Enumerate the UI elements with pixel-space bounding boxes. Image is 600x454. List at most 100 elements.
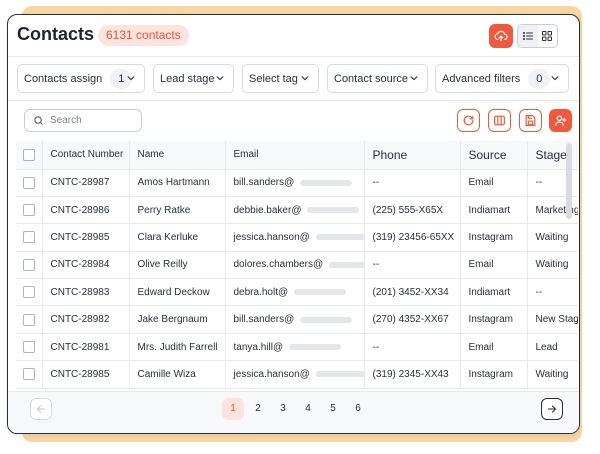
table-row[interactable]: CNTC-28984 Olive Reilly dolores.chambers@ -… <box>16 251 578 280</box>
columns-button[interactable] <box>488 109 511 132</box>
stage-cell: Waiting <box>527 360 578 389</box>
chevron-down-icon <box>301 76 309 81</box>
columns-icon <box>494 115 505 126</box>
email-redaction-bar <box>289 343 342 350</box>
page-number-button[interactable]: 5 <box>322 398 344 420</box>
save-button[interactable] <box>519 109 542 132</box>
source-cell: Instagram <box>460 360 528 389</box>
email-text: bill.sanders@ <box>233 314 295 326</box>
email-cell: tanya.hill@ <box>225 333 365 362</box>
source-cell: Indiamart <box>460 278 528 307</box>
email-cell: dolores.chambers@ <box>225 251 365 280</box>
email-cell: debbie.baker@ <box>225 196 365 225</box>
contact-number-cell: CNTC-28987 <box>42 169 130 197</box>
source-cell: Instagram <box>460 223 528 252</box>
source-cell: Indiamart <box>460 196 528 225</box>
select-all-checkbox[interactable] <box>22 148 35 161</box>
email-cell: bill.sanders@ <box>225 169 365 197</box>
table-row[interactable]: CNTC-28981 Mrs. Judith Farrell tanya.hill@… <box>16 333 578 362</box>
add-contact-button[interactable] <box>549 109 572 132</box>
email-text: jessica.hanson@ <box>233 231 310 243</box>
email-redaction-bar <box>315 371 363 378</box>
row-select-cell <box>16 360 43 389</box>
previous-page-button[interactable] <box>30 398 52 420</box>
page-number-button[interactable]: 1 <box>222 398 244 420</box>
list-icon <box>522 31 533 41</box>
row-checkbox[interactable] <box>22 204 35 217</box>
chevron-down-icon <box>410 76 418 81</box>
email-text: bill.sanders@ <box>233 177 295 189</box>
contact-number-cell: CNTC-28982 <box>42 305 130 334</box>
row-select-cell <box>16 251 43 280</box>
column-header-name[interactable]: Name <box>129 141 226 170</box>
list-view-button[interactable] <box>518 25 538 47</box>
phone-cell: (225) 555-X65X <box>364 196 461 225</box>
filter-label: Contact source <box>334 72 408 85</box>
email-redaction-bar <box>329 261 363 268</box>
select-all-cell <box>16 141 43 170</box>
phone-cell: (201) 3452-XX34 <box>364 278 461 307</box>
email-text: jessica.hanson@ <box>233 368 310 380</box>
card-header: Contacts 6131 contacts <box>8 15 579 57</box>
contact-source-filter[interactable]: Contact source <box>327 64 428 93</box>
arrow-right-icon <box>547 405 557 413</box>
row-checkbox[interactable] <box>22 231 35 244</box>
name-cell: Camille Wiza <box>129 360 226 389</box>
upload-button[interactable] <box>489 24 513 48</box>
stage-cell: Waiting <box>527 251 578 280</box>
filter-count: 0 <box>528 68 551 89</box>
source-cell: Email <box>460 169 528 197</box>
column-header-phone[interactable]: Phone <box>364 141 461 170</box>
row-checkbox[interactable] <box>22 258 35 271</box>
column-header-source[interactable]: Source <box>460 141 528 170</box>
arrow-left-icon <box>36 405 46 413</box>
contacts-assign-filter[interactable]: Contacts assign 1 <box>17 64 145 93</box>
table-row[interactable]: CNTC-28985 Clara Kerluke jessica.hanson@ (3… <box>16 223 578 252</box>
row-checkbox[interactable] <box>22 176 35 189</box>
page-number-button[interactable]: 6 <box>347 398 369 420</box>
name-cell: Clara Kerluke <box>129 223 226 252</box>
page-number-button[interactable]: 2 <box>247 398 269 420</box>
row-select-cell <box>16 333 43 362</box>
email-redaction-bar <box>315 234 363 241</box>
table-row[interactable]: CNTC-28985 Camille Wiza jessica.hanson@ (31… <box>16 360 578 389</box>
refresh-button[interactable] <box>457 109 480 132</box>
chevron-down-icon <box>216 76 224 81</box>
email-cell: debra.holt@ <box>225 278 365 307</box>
cloud-upload-icon <box>494 30 508 42</box>
chevron-down-icon <box>551 76 559 81</box>
column-header-contact-number[interactable]: Contact Number <box>42 141 130 170</box>
row-checkbox[interactable] <box>22 368 35 381</box>
row-checkbox[interactable] <box>22 313 35 326</box>
stage-cell: Waiting <box>527 223 578 252</box>
table-row[interactable]: CNTC-28987 Amos Hartmann bill.sanders@ -- Em… <box>16 169 578 197</box>
column-header-email[interactable]: Email <box>225 141 365 170</box>
email-redaction-bar <box>300 179 353 186</box>
name-cell: Edward Deckow <box>129 278 226 307</box>
phone-cell: (319) 2345-XX43 <box>364 360 461 389</box>
email-cell: jessica.hanson@ <box>225 360 365 389</box>
row-checkbox[interactable] <box>22 286 35 299</box>
next-page-button[interactable] <box>541 398 563 420</box>
page-number-button[interactable]: 4 <box>297 398 319 420</box>
filter-label: Advanced filters <box>442 72 521 85</box>
stage-cell: New Stage <box>527 305 578 334</box>
row-checkbox[interactable] <box>22 341 35 354</box>
search-input[interactable] <box>50 115 130 126</box>
lead-stage-filter[interactable]: Lead stage <box>153 64 234 93</box>
grid-view-button[interactable] <box>538 25 558 47</box>
table-row[interactable]: CNTC-28986 Perry Ratke debbie.baker@ (225) … <box>16 196 578 225</box>
advanced-filters-dropdown[interactable]: Advanced filters 0 <box>435 64 569 93</box>
table-scrollbar[interactable] <box>566 143 572 219</box>
table-row[interactable]: CNTC-28983 Edward Deckow debra.holt@ (201) … <box>16 278 578 307</box>
email-text: tanya.hill@ <box>233 341 284 353</box>
table-row[interactable]: CNTC-28982 Jake Bergnaum bill.sanders@ (270… <box>16 305 578 334</box>
page-number-button[interactable]: 3 <box>272 398 294 420</box>
phone-cell: (319) 23456-65XX <box>364 223 461 252</box>
contact-number-cell: CNTC-28984 <box>42 251 130 280</box>
save-icon <box>525 115 536 126</box>
select-tag-filter[interactable]: Select tag <box>242 64 319 93</box>
phone-cell: (270) 4352-XX67 <box>364 305 461 334</box>
contacts-card: Contacts 6131 contacts Contacts assign 1… <box>7 14 580 434</box>
phone-cell: -- <box>364 251 461 280</box>
